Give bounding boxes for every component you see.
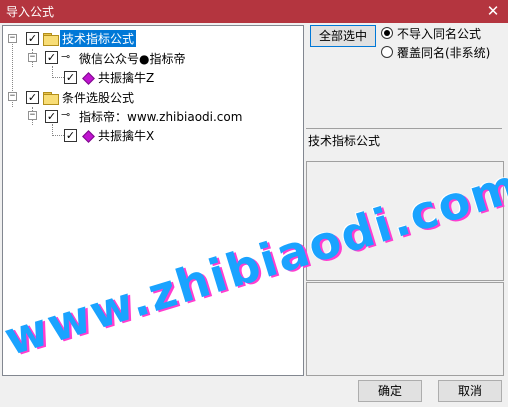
tree-checkbox[interactable]: ✓ bbox=[45, 51, 58, 64]
formula-gem-icon bbox=[82, 130, 95, 143]
key-icon: ⊸ bbox=[61, 108, 71, 121]
formula-category-label: 技术指标公式 bbox=[306, 128, 502, 156]
formula-tree[interactable]: − ✓ 技术指标公式 − ✓ ⊸ 微信公众号●指标帝 ✓ 共振擒牛Z − ✓ 条… bbox=[2, 25, 304, 376]
collapse-icon[interactable]: − bbox=[8, 34, 17, 43]
ok-button[interactable]: 确定 bbox=[358, 380, 422, 402]
collapse-icon[interactable]: − bbox=[8, 92, 17, 101]
tree-node-gongzhen-x[interactable]: ✓ 共振擒牛X bbox=[3, 126, 303, 144]
title-bar: 导入公式 ✕ bbox=[0, 0, 508, 23]
tree-checkbox[interactable]: ✓ bbox=[26, 32, 39, 45]
skip-duplicates-label[interactable]: 不导入同名公式 bbox=[397, 25, 481, 42]
formula-gem-icon bbox=[82, 72, 95, 85]
window-title: 导入公式 bbox=[6, 5, 55, 19]
close-icon[interactable]: ✕ bbox=[478, 0, 508, 23]
collapse-icon[interactable]: − bbox=[28, 53, 37, 62]
tree-node-label: 微信公众号●指标帝 bbox=[79, 52, 186, 66]
folder-icon bbox=[43, 92, 59, 105]
collapse-icon[interactable]: − bbox=[28, 111, 37, 120]
tree-checkbox[interactable]: ✓ bbox=[26, 91, 39, 104]
key-icon: ⊸ bbox=[61, 50, 71, 63]
skip-duplicates-radio[interactable] bbox=[381, 27, 393, 39]
tree-node-technical-formulas[interactable]: − ✓ 技术指标公式 bbox=[3, 30, 303, 48]
folder-icon bbox=[43, 33, 59, 46]
tree-node-gongzhen-z[interactable]: ✓ 共振擒牛Z bbox=[3, 68, 303, 86]
tree-node-screening-formulas[interactable]: − ✓ 条件选股公式 bbox=[3, 88, 303, 106]
tree-node-label: 共振擒牛Z bbox=[98, 71, 155, 85]
tree-checkbox[interactable]: ✓ bbox=[64, 71, 77, 84]
tree-node-label: 共振擒牛X bbox=[98, 129, 155, 143]
overwrite-duplicates-label[interactable]: 覆盖同名(非系统) bbox=[397, 44, 490, 61]
tree-checkbox[interactable]: ✓ bbox=[64, 129, 77, 142]
overwrite-duplicates-radio[interactable] bbox=[381, 46, 393, 58]
formula-detail-panel bbox=[306, 282, 504, 376]
dialog-body: − ✓ 技术指标公式 − ✓ ⊸ 微信公众号●指标帝 ✓ 共振擒牛Z − ✓ 条… bbox=[0, 23, 508, 407]
formula-description-panel bbox=[306, 161, 504, 281]
tree-node-zhibiaodi[interactable]: − ✓ ⊸ 指标帝：www.zhibiaodi.com bbox=[3, 107, 303, 125]
tree-node-wechat[interactable]: − ✓ ⊸ 微信公众号●指标帝 bbox=[3, 49, 303, 67]
select-all-button[interactable]: 全部选中 bbox=[310, 25, 376, 47]
tree-node-label: 技术指标公式 bbox=[60, 30, 137, 47]
cancel-button[interactable]: 取消 bbox=[438, 380, 502, 402]
tree-node-label: 条件选股公式 bbox=[62, 91, 135, 105]
tree-checkbox[interactable]: ✓ bbox=[45, 110, 58, 123]
tree-node-label: 指标帝：www.zhibiaodi.com bbox=[79, 110, 243, 124]
